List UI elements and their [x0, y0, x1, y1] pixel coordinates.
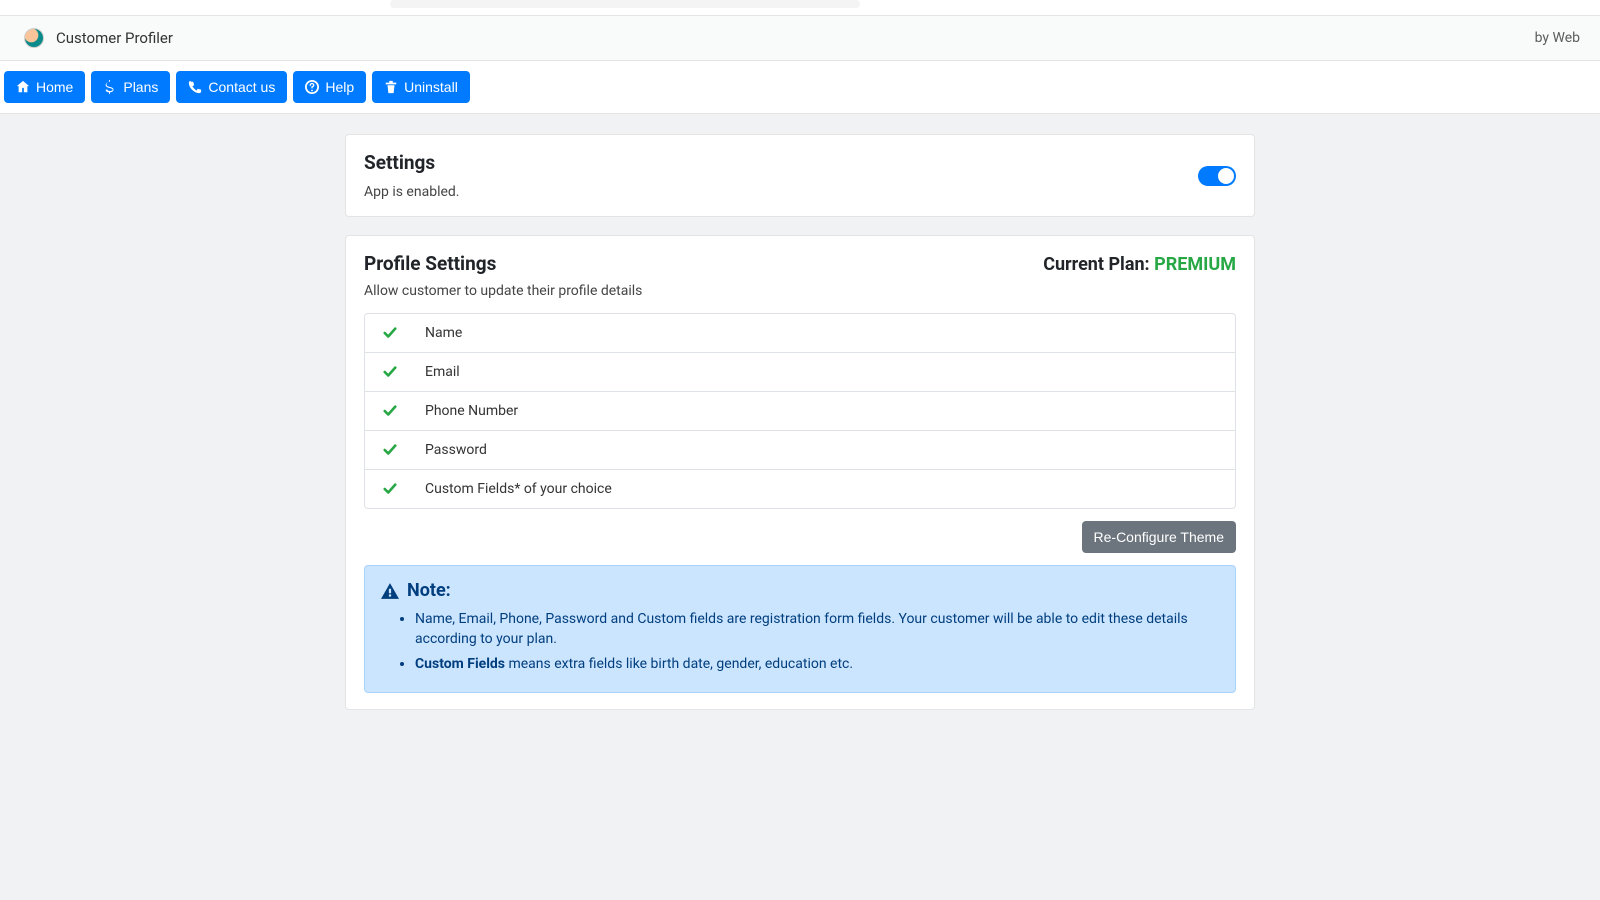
nav-home-button[interactable]: Home [4, 71, 85, 103]
profile-settings-title: Profile Settings [364, 252, 496, 275]
check-icon [383, 326, 397, 340]
current-plan-value: PREMIUM [1154, 254, 1236, 275]
nav-bar: Home Plans Contact us Help Uninstall [0, 61, 1600, 114]
header-byline: by Web [1535, 30, 1580, 46]
note-item-2: Custom Fields means extra fields like bi… [415, 654, 1219, 674]
current-plan-label: Current Plan: [1043, 254, 1154, 275]
settings-title: Settings [364, 151, 459, 174]
warning-triangle-icon [381, 582, 399, 600]
note-item-1: Name, Email, Phone, Password and Custom … [415, 609, 1219, 650]
note-box: Note: Name, Email, Phone, Password and C… [364, 565, 1236, 693]
nav-uninstall-label: Uninstall [404, 79, 458, 95]
settings-card: Settings App is enabled. [345, 134, 1255, 217]
list-item: Custom Fields* of your choice [365, 470, 1235, 508]
profile-fields-list: Name Email Phone Number Password Custom … [364, 313, 1236, 509]
field-label: Password [425, 442, 487, 458]
nav-help-button[interactable]: Help [293, 71, 366, 103]
search-ghost-placeholder [390, 0, 860, 8]
check-icon [383, 404, 397, 418]
reconfigure-theme-button[interactable]: Re-Configure Theme [1082, 521, 1236, 553]
list-item: Phone Number [365, 392, 1235, 431]
note-item-2-strong: Custom Fields [415, 656, 505, 672]
nav-contact-button[interactable]: Contact us [176, 71, 287, 103]
home-icon [16, 80, 30, 94]
field-label: Email [425, 364, 460, 380]
note-title: Note: [407, 580, 451, 601]
app-header: Customer Profiler by Web [0, 16, 1600, 61]
trash-icon [384, 80, 398, 94]
nav-home-label: Home [36, 79, 73, 95]
check-icon [383, 482, 397, 496]
nav-plans-label: Plans [123, 79, 158, 95]
app-name: Customer Profiler [56, 29, 173, 47]
field-label: Phone Number [425, 403, 518, 419]
profile-settings-subtitle: Allow customer to update their profile d… [364, 283, 1236, 299]
note-item-2-rest: means extra fields like birth date, gend… [505, 656, 853, 672]
list-item: Email [365, 353, 1235, 392]
current-plan: Current Plan: PREMIUM [1043, 254, 1236, 275]
list-item: Name [365, 314, 1235, 353]
dollar-icon [103, 80, 117, 94]
nav-contact-label: Contact us [208, 79, 275, 95]
field-label: Name [425, 325, 462, 341]
settings-status-text: App is enabled. [364, 184, 459, 200]
check-icon [383, 443, 397, 457]
phone-icon [188, 80, 202, 94]
question-circle-icon [305, 80, 319, 94]
app-logo-icon [24, 28, 44, 48]
field-label: Custom Fields* of your choice [425, 481, 612, 497]
nav-help-label: Help [325, 79, 354, 95]
check-icon [383, 365, 397, 379]
profile-settings-card: Profile Settings Current Plan: PREMIUM A… [345, 235, 1255, 710]
nav-plans-button[interactable]: Plans [91, 71, 170, 103]
nav-uninstall-button[interactable]: Uninstall [372, 71, 470, 103]
top-browser-strip [0, 0, 1600, 16]
list-item: Password [365, 431, 1235, 470]
app-enabled-toggle[interactable] [1198, 166, 1236, 186]
